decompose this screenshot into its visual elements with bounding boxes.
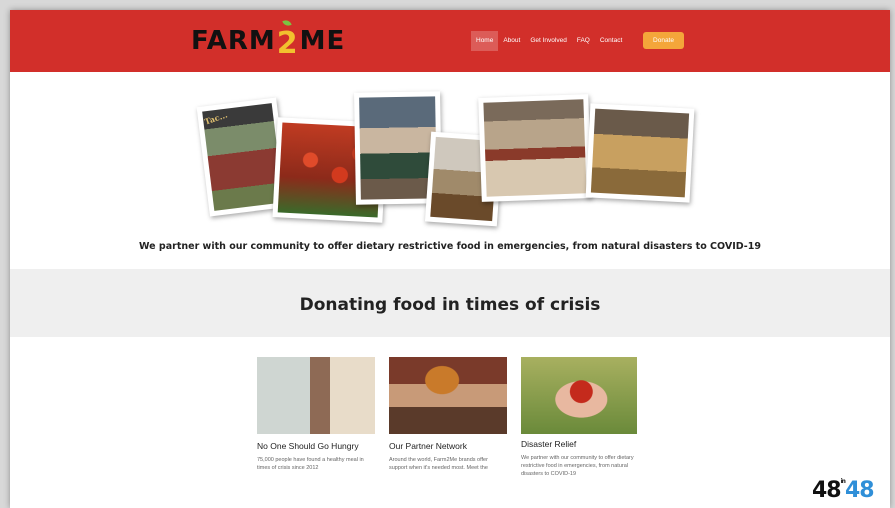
card-image-hands <box>389 357 507 434</box>
farm2me-logo[interactable]: FARM 2 ME <box>191 19 346 61</box>
photo-cheese-shop-image <box>590 108 690 198</box>
nav-faq[interactable]: FAQ <box>572 31 595 51</box>
card-title[interactable]: Disaster Relief <box>521 439 637 449</box>
card-partner-network[interactable]: Our Partner Network Around the world, Fa… <box>389 357 507 472</box>
watermark-left: 48 <box>812 478 842 503</box>
crisis-band: Donating food in times of crisis <box>10 269 890 337</box>
nav-home[interactable]: Home <box>471 31 499 51</box>
card-text: Around the world, Farm2Me brands offer s… <box>389 457 488 471</box>
card-image-apple <box>521 357 637 434</box>
card-title[interactable]: No One Should Go Hungry <box>257 441 375 451</box>
card-text: 75,000 people have found a healthy meal … <box>257 457 364 471</box>
site-header: FARM 2 ME Home About Get Involved FAQ Co… <box>10 10 890 72</box>
card-image-fridge <box>257 357 375 434</box>
photo-grocery-image <box>483 99 587 197</box>
tagline: We partner with our community to offer d… <box>139 241 761 252</box>
photo-cheese-shop <box>585 103 695 203</box>
main-nav: Home About Get Involved FAQ Contact <box>471 31 627 51</box>
nav-get-involved[interactable]: Get Involved <box>525 31 572 51</box>
card-text: We partner with our community to offer d… <box>521 455 634 477</box>
browser-page: FARM 2 ME Home About Get Involved FAQ Co… <box>10 10 890 508</box>
logo-text-2: 2 <box>276 25 299 61</box>
photo-grocery <box>478 94 592 202</box>
card-disaster-relief[interactable]: Disaster Relief We partner with our comm… <box>521 357 637 478</box>
card-no-one-hungry[interactable]: No One Should Go Hungry 75,000 people ha… <box>257 357 375 472</box>
logo-text-farm: FARM <box>191 26 276 56</box>
watermark-right: 48 <box>844 478 875 503</box>
nav-contact[interactable]: Contact <box>595 31 627 51</box>
photo-market-stall-image <box>359 96 437 200</box>
donate-button[interactable]: Donate <box>643 32 684 49</box>
card-title[interactable]: Our Partner Network <box>389 441 507 451</box>
nav-about[interactable]: About <box>498 31 525 51</box>
48in48-logo: 48in48 <box>812 478 875 503</box>
logo-text-me: ME <box>299 26 346 56</box>
photo-collage: Tac... <box>10 72 890 232</box>
section-title: Donating food in times of crisis <box>299 295 601 315</box>
